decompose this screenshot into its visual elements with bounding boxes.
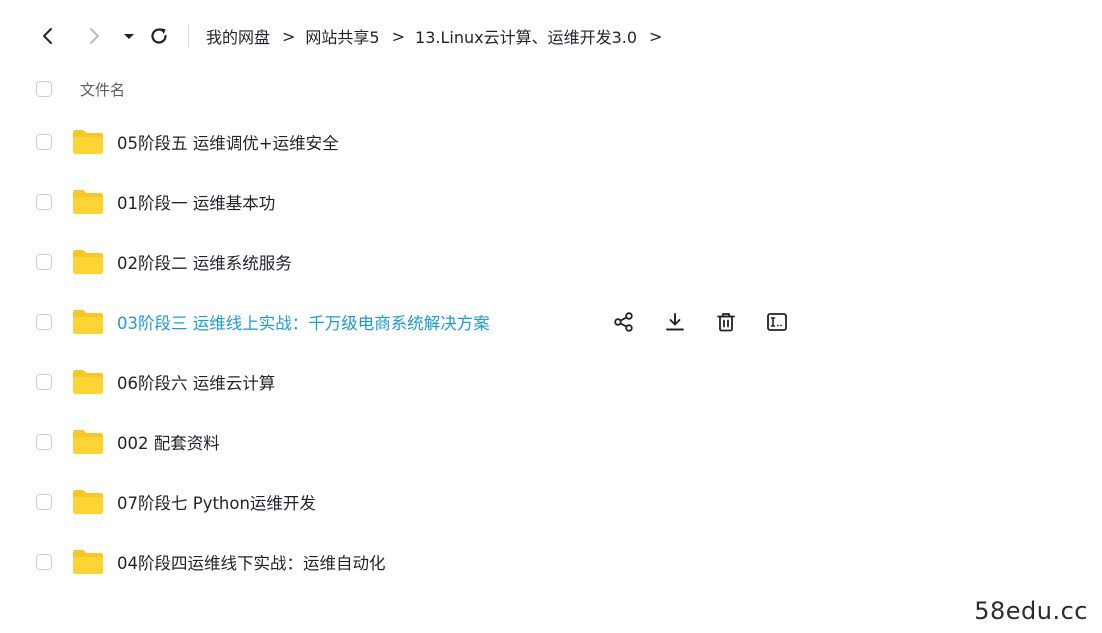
caret-down-icon	[124, 34, 134, 39]
file-row-hovered[interactable]: 03阶段三 运维线上实战：千万级电商系统解决方案	[0, 292, 1102, 352]
delete-button[interactable]	[714, 310, 738, 334]
row-checkbox[interactable]	[36, 494, 52, 510]
row-checkbox[interactable]	[36, 254, 52, 270]
folder-icon	[73, 370, 103, 394]
file-row[interactable]: 05阶段五 运维调优+运维安全	[0, 112, 1102, 172]
row-checkbox[interactable]	[36, 314, 52, 330]
file-row[interactable]: 01阶段一 运维基本功	[0, 172, 1102, 232]
history-dropdown-button[interactable]	[117, 24, 141, 48]
share-icon	[614, 312, 633, 332]
breadcrumb: 我的网盘 > 网站共享5 > 13.Linux云计算、运维开发3.0 >	[206, 23, 672, 49]
share-button[interactable]	[612, 310, 636, 334]
file-list-header: 文件名	[0, 72, 1102, 108]
folder-icon	[73, 310, 103, 334]
file-row[interactable]: 07阶段七 Python运维开发	[0, 472, 1102, 532]
file-row[interactable]: 02阶段二 运维系统服务	[0, 232, 1102, 292]
file-name[interactable]: 06阶段六 运维云计算	[117, 370, 275, 394]
file-name[interactable]: 05阶段五 运维调优+运维安全	[117, 130, 339, 154]
rename-button[interactable]	[765, 310, 789, 334]
row-checkbox[interactable]	[36, 194, 52, 210]
file-name[interactable]: 03阶段三 运维线上实战：千万级电商系统解决方案	[117, 310, 490, 334]
folder-icon	[73, 130, 103, 154]
watermark: 58edu.cc	[974, 597, 1088, 625]
download-icon	[666, 313, 684, 331]
row-checkbox[interactable]	[36, 434, 52, 450]
refresh-icon	[151, 28, 167, 44]
breadcrumb-separator: >	[391, 26, 406, 46]
file-name[interactable]: 02阶段二 运维系统服务	[117, 250, 292, 274]
breadcrumb-separator: >	[282, 26, 296, 46]
toolbar-divider	[188, 24, 189, 48]
select-all-checkbox[interactable]	[36, 81, 52, 97]
chevron-right-icon	[90, 28, 99, 44]
breadcrumb-item-root[interactable]: 我的网盘	[206, 24, 270, 48]
download-button[interactable]	[663, 310, 687, 334]
file-name[interactable]: 01阶段一 运维基本功	[117, 190, 275, 214]
breadcrumb-item-current[interactable]: 13.Linux云计算、运维开发3.0	[415, 24, 637, 48]
row-checkbox[interactable]	[36, 554, 52, 570]
file-name[interactable]: 002 配套资料	[117, 430, 220, 454]
row-checkbox[interactable]	[36, 374, 52, 390]
folder-icon	[73, 490, 103, 514]
file-row[interactable]: 002 配套资料	[0, 412, 1102, 472]
rename-icon	[767, 313, 787, 331]
forward-button[interactable]	[82, 24, 106, 48]
breadcrumb-item-share[interactable]: 网站共享5	[305, 24, 379, 48]
file-name[interactable]: 04阶段四运维线下实战：运维自动化	[117, 550, 386, 574]
toolbar: 我的网盘 > 网站共享5 > 13.Linux云计算、运维开发3.0 >	[0, 0, 1102, 72]
column-header-name[interactable]: 文件名	[80, 79, 125, 100]
file-row[interactable]: 06阶段六 运维云计算	[0, 352, 1102, 412]
chevron-left-icon	[43, 28, 52, 44]
refresh-button[interactable]	[147, 24, 171, 48]
row-actions	[612, 310, 816, 334]
delete-icon	[717, 313, 735, 332]
file-name[interactable]: 07阶段七 Python运维开发	[117, 490, 316, 514]
folder-icon	[73, 430, 103, 454]
folder-icon	[73, 550, 103, 574]
row-checkbox[interactable]	[36, 134, 52, 150]
back-button[interactable]	[36, 24, 60, 48]
folder-icon	[73, 250, 103, 274]
file-list: 05阶段五 运维调优+运维安全 01阶段一 运维基本功 02阶段二 运维系统服务…	[0, 112, 1102, 592]
breadcrumb-separator: >	[649, 26, 663, 46]
file-row[interactable]: 04阶段四运维线下实战：运维自动化	[0, 532, 1102, 592]
folder-icon	[73, 190, 103, 214]
